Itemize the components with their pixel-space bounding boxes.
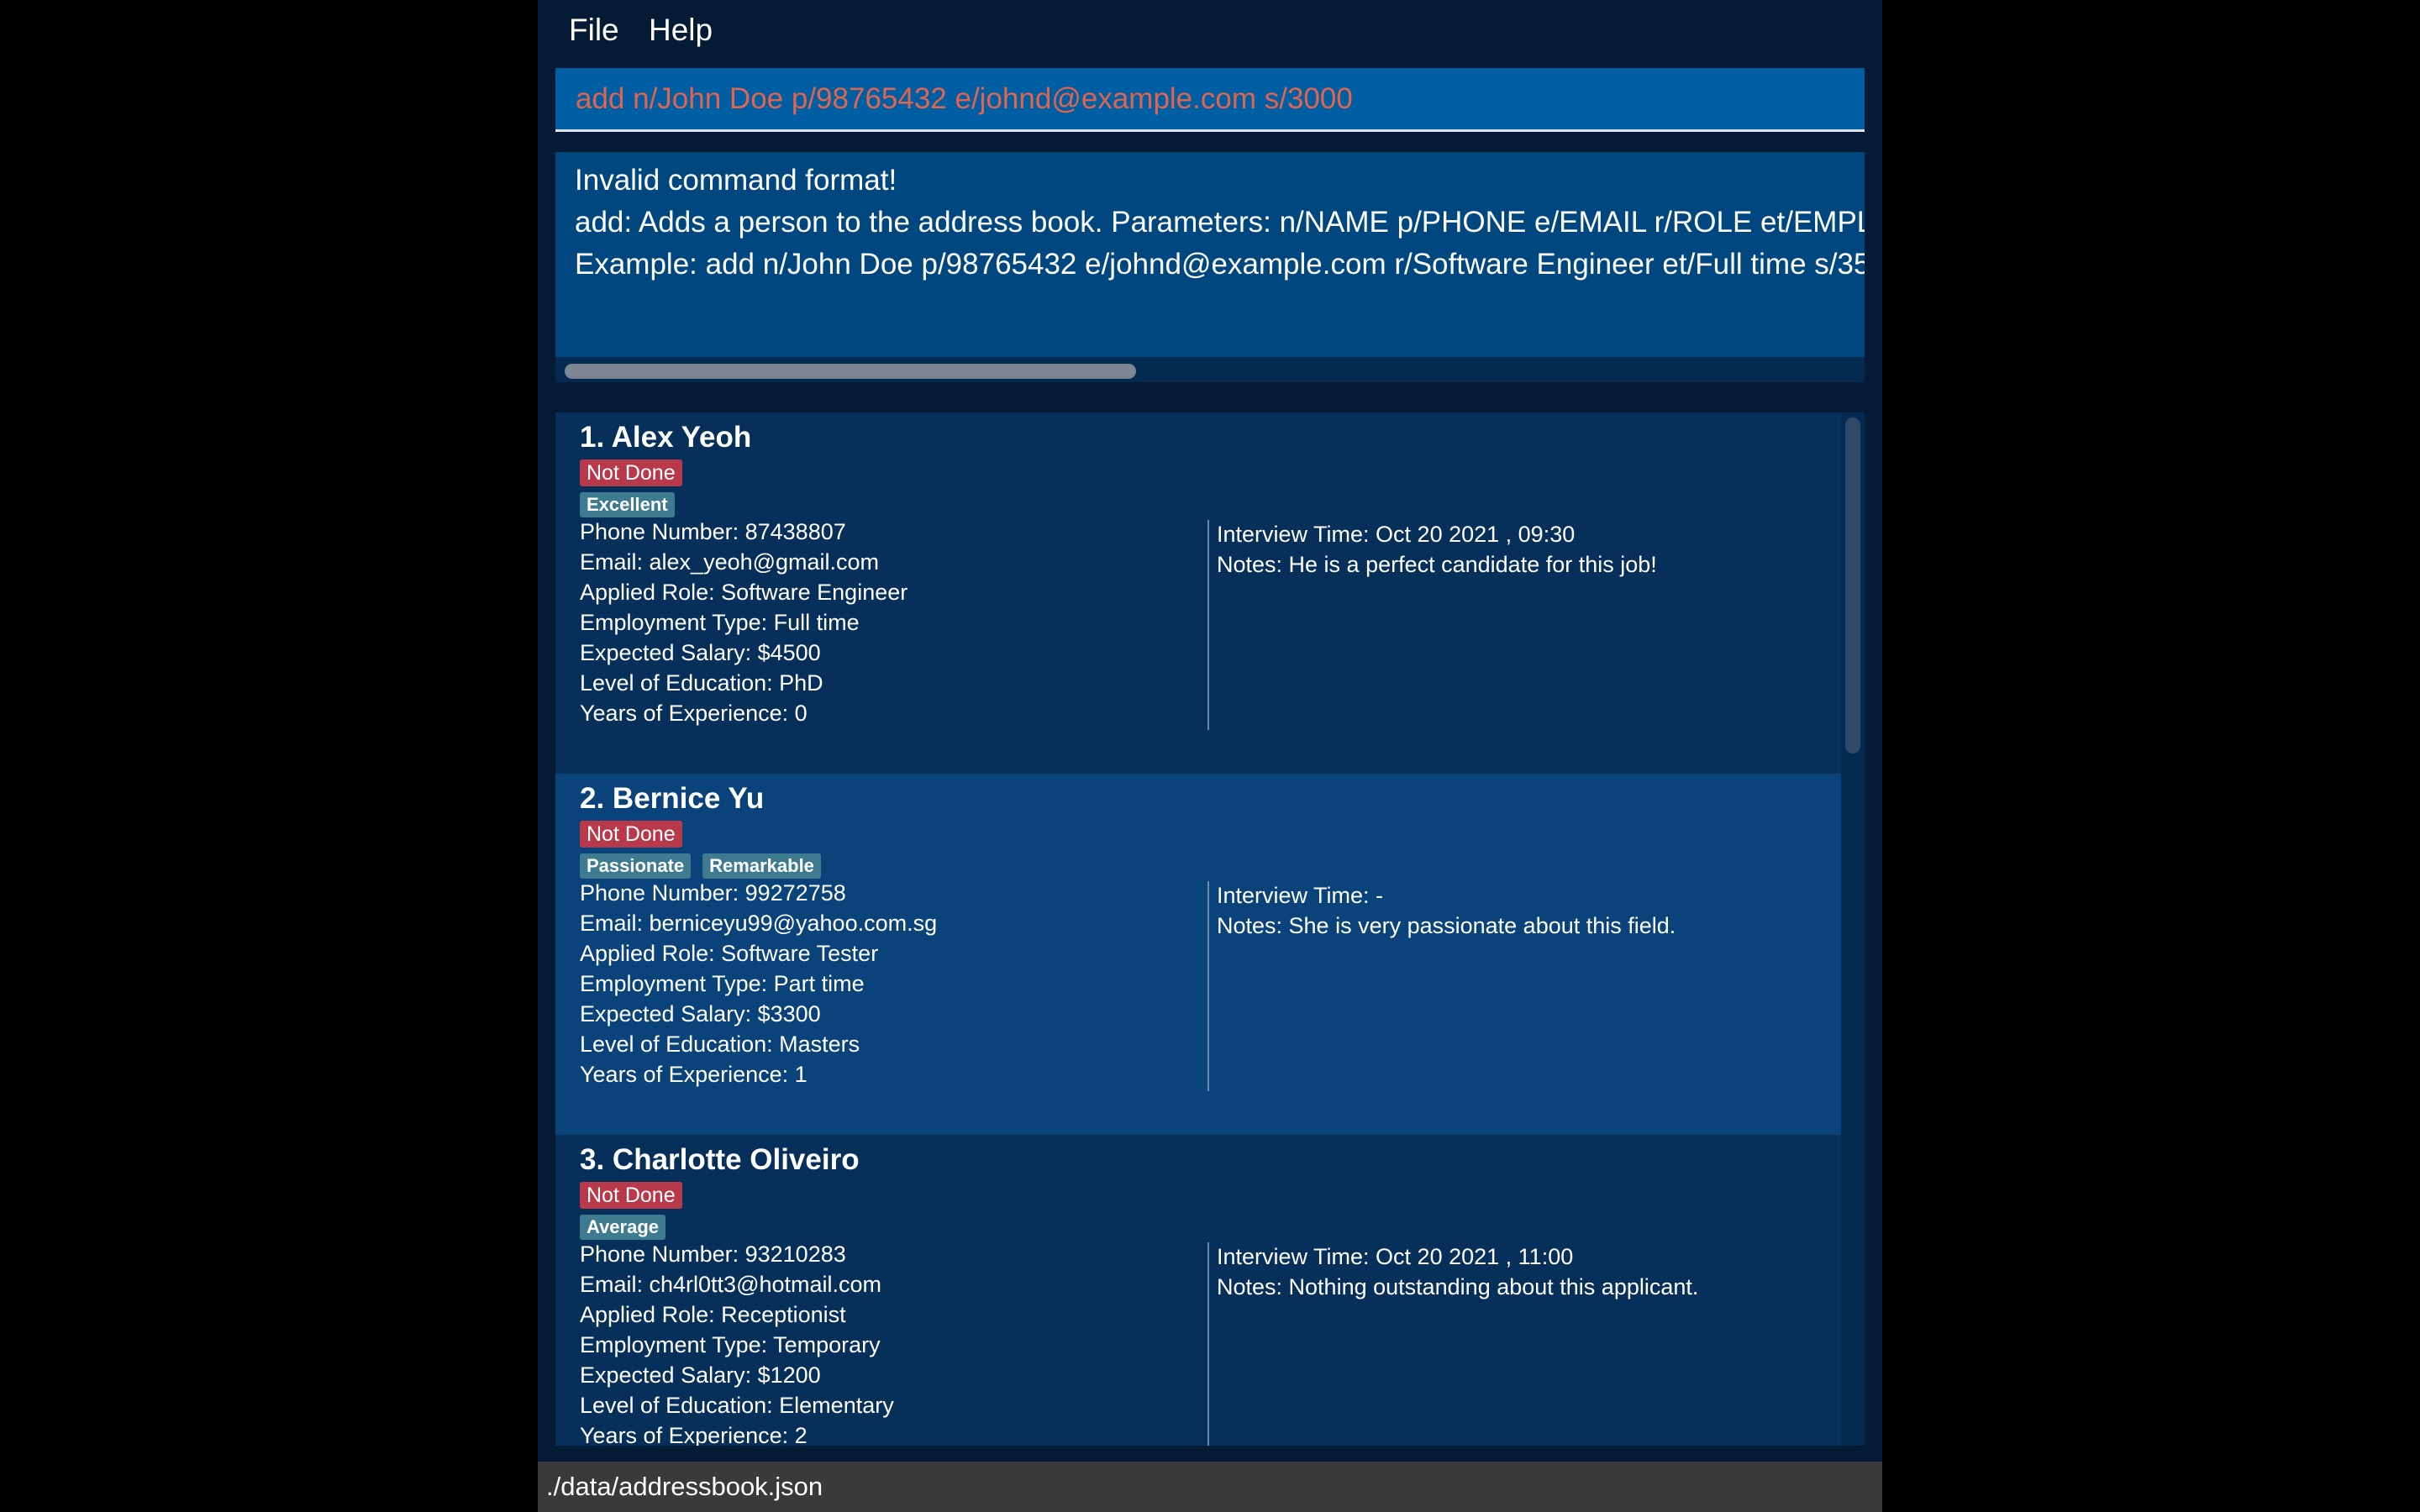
list-scrollbar-thumb[interactable] <box>1845 417 1860 753</box>
app-window: File Help Invalid command format! add: A… <box>538 0 1882 1512</box>
person-card[interactable]: 1. Alex Yeoh Not Done Excellent Phone Nu… <box>555 412 1841 774</box>
result-scrollbar-thumb[interactable] <box>565 364 1136 379</box>
save-location-path: ./data/addressbook.json <box>546 1472 823 1501</box>
result-line: Example: add n/John Doe p/98765432 e/joh… <box>575 248 1865 281</box>
person-card[interactable]: 3. Charlotte Oliveiro Not Done Average P… <box>555 1135 1841 1446</box>
notes-field: Notes: She is very passionate about this… <box>1217 913 1676 938</box>
role-field: Applied Role: Software Engineer <box>580 580 908 605</box>
result-line: add: Adds a person to the address book. … <box>575 206 1865 239</box>
employment-field: Employment Type: Temporary <box>580 1332 881 1357</box>
column-divider <box>1207 881 1209 1091</box>
tag-list: Passionate Remarkable <box>580 853 833 879</box>
experience-field: Years of Experience: 0 <box>580 701 808 726</box>
experience-field: Years of Experience: 1 <box>580 1062 808 1087</box>
interview-time-field: Interview Time: - <box>1217 883 1384 908</box>
salary-field: Expected Salary: $4500 <box>580 640 821 665</box>
phone-field: Phone Number: 87438807 <box>580 519 846 544</box>
person-name: 1. Alex Yeoh <box>580 421 752 454</box>
column-divider <box>1207 520 1209 730</box>
person-name: 2. Bernice Yu <box>580 782 765 815</box>
tag-list: Excellent <box>580 492 687 517</box>
tag-list: Average <box>580 1215 677 1240</box>
result-line: Invalid command format! <box>575 164 897 197</box>
phone-field: Phone Number: 99272758 <box>580 880 846 906</box>
status-bar: ./data/addressbook.json <box>538 1462 1882 1512</box>
interview-time-field: Interview Time: Oct 20 2021 , 09:30 <box>1217 522 1576 547</box>
menu-help[interactable]: Help <box>649 10 713 50</box>
tag: Average <box>580 1215 666 1240</box>
status-badge: Not Done <box>580 459 682 486</box>
phone-field: Phone Number: 93210283 <box>580 1242 846 1267</box>
command-box <box>555 68 1865 132</box>
tag: Passionate <box>580 853 692 879</box>
employment-field: Employment Type: Part time <box>580 971 865 996</box>
salary-field: Expected Salary: $3300 <box>580 1001 821 1026</box>
email-field: Email: berniceyu99@yahoo.com.sg <box>580 911 938 936</box>
column-divider <box>1207 1242 1209 1446</box>
result-display: Invalid command format! add: Adds a pers… <box>555 152 1865 357</box>
education-field: Level of Education: Elementary <box>580 1393 894 1418</box>
command-input[interactable] <box>555 68 1865 129</box>
experience-field: Years of Experience: 2 <box>580 1423 808 1446</box>
person-list: 1. Alex Yeoh Not Done Excellent Phone Nu… <box>555 412 1841 1446</box>
person-card[interactable]: 2. Bernice Yu Not Done Passionate Remarka… <box>555 774 1841 1135</box>
salary-field: Expected Salary: $1200 <box>580 1362 821 1388</box>
menu-file[interactable]: File <box>569 10 619 50</box>
education-field: Level of Education: Masters <box>580 1032 860 1057</box>
education-field: Level of Education: PhD <box>580 670 823 696</box>
notes-field: Notes: Nothing outstanding about this ap… <box>1217 1274 1699 1299</box>
person-name: 3. Charlotte Oliveiro <box>580 1143 860 1176</box>
tag: Excellent <box>580 492 675 517</box>
status-badge: Not Done <box>580 1182 682 1209</box>
tag: Remarkable <box>702 853 821 879</box>
employment-field: Employment Type: Full time <box>580 610 860 635</box>
status-badge: Not Done <box>580 821 682 848</box>
email-field: Email: ch4rl0tt3@hotmail.com <box>580 1272 882 1297</box>
menu-bar: File Help <box>538 0 1882 60</box>
role-field: Applied Role: Receptionist <box>580 1302 846 1327</box>
role-field: Applied Role: Software Tester <box>580 941 879 966</box>
list-vertical-scrollbar[interactable] <box>1841 412 1865 1446</box>
interview-time-field: Interview Time: Oct 20 2021 , 11:00 <box>1217 1244 1574 1269</box>
email-field: Email: alex_yeoh@gmail.com <box>580 549 880 575</box>
notes-field: Notes: He is a perfect candidate for thi… <box>1217 552 1657 577</box>
result-horizontal-scrollbar[interactable] <box>555 357 1865 382</box>
